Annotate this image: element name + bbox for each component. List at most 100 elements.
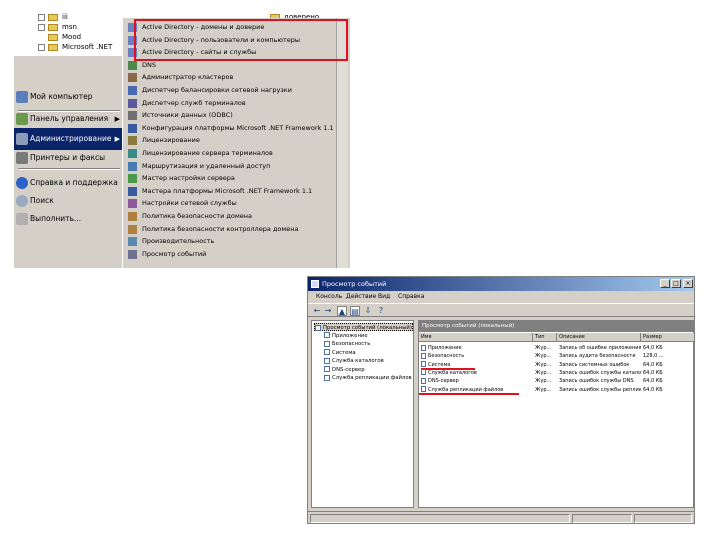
up-icon[interactable]: ▲ [337,306,347,316]
log-icon [324,340,330,347]
explorer-item[interactable]: iii [38,12,68,22]
admin-tool-item[interactable]: Производительность [124,235,334,248]
admin-tool-label: Производительность [142,237,215,246]
explorer-item[interactable]: Mood [48,32,81,42]
admin-tool-item[interactable]: Лицензирование [124,134,334,147]
log-cell-name: Приложение [421,344,533,352]
log-icon [324,366,330,372]
log-row[interactable]: Приложение Жур... Запись об ошибке приложе… [419,344,694,352]
admin-tool-item[interactable]: Мастер настройки сервера [124,172,334,185]
admin-tool-item[interactable]: Маршрутизация и удаленный доступ [124,160,334,173]
admin-tool-icon [128,224,137,234]
log-row[interactable]: Система Жур... Запись системных ошибок 64,0… [419,361,694,369]
forward-icon[interactable]: → [323,306,333,316]
start-item-printers[interactable]: Принтеры и факсы [14,147,124,169]
column-header-description[interactable]: Описание [557,333,641,342]
minimize-button[interactable]: _ [660,279,670,288]
back-icon[interactable]: ← [312,306,322,316]
menu-bar: Консоль Действие Вид Справка [308,291,694,303]
show-tree-icon[interactable]: ▤ [350,306,360,316]
admin-tool-item[interactable]: Диспетчер служб терминалов [124,97,334,110]
log-icon [421,377,426,384]
admin-tool-item[interactable]: Политика безопасности контроллера домена [124,223,334,236]
admin-tool-label: Диспетчер балансировки сетевой нагрузки [142,86,292,94]
log-cell-name: Безопасность [421,352,533,360]
event-viewer-icon [311,280,319,288]
log-cell-type: Жур... [535,353,552,360]
log-icon [421,386,426,392]
admin-tool-label: Просмотр событий [142,249,207,258]
tree-log-item[interactable]: Система [324,349,356,357]
maximize-button[interactable]: □ [671,279,681,288]
log-row[interactable]: Безопасность Жур... Запись аудита безопасн… [419,352,694,360]
admin-tool-label: Источники данных (ODBC) [142,111,233,120]
admin-tool-item[interactable]: Диспетчер балансировки сетевой нагрузки [124,84,334,97]
tree-log-item[interactable]: DNS-сервер [324,366,365,374]
explorer-item[interactable]: Microsoft .NET [38,42,112,52]
help-icon[interactable]: ? [376,306,386,316]
admin-tool-item[interactable]: Администратор кластеров [124,71,334,84]
admin-tool-item[interactable]: Конфигурация платформы Microsoft .NET Fr… [124,122,334,135]
log-cell-type: Жур... [535,345,552,351]
admin-tool-icon [128,98,137,108]
admin-tool-label: Маршрутизация и удаленный доступ [142,161,271,170]
log-cell-name: Служба репликации файлов [421,386,533,394]
admin-tool-icon [128,149,137,158]
search-icon [16,195,28,207]
admin-tool-icon [128,136,137,146]
tree-log-item[interactable]: Приложение [324,332,368,340]
admin-tool-label: DNS [142,60,156,69]
log-cell-size: 64,0 КБ [643,361,663,368]
menu-help[interactable]: Справка [398,291,424,303]
admin-tool-item[interactable]: Источники данных (ODBC) [124,109,334,122]
admin-tool-icon [128,123,137,133]
admin-tool-icon [128,73,137,83]
close-button[interactable]: × [683,279,693,288]
log-icon [421,352,426,359]
log-row[interactable]: DNS-сервер Жур... Запись ошибок службы DNS… [419,377,694,385]
status-segment [572,514,632,523]
column-header-name[interactable]: Имя [419,333,533,342]
admin-tool-item[interactable]: Политика безопасности домена [124,210,334,223]
status-segment [634,514,692,523]
log-cell-type: Жур... [535,361,552,368]
log-cell-desc: Запись ошибок службы репликации [559,386,641,393]
log-row[interactable]: Служба каталогов Жур... Запись ошибок служ… [419,369,694,377]
log-icon [324,357,330,364]
menu-divider [18,168,120,170]
log-cell-name: DNS-сервер [421,377,533,385]
admin-tool-item[interactable]: Настройки сетевой службы [124,197,334,210]
tree-log-item[interactable]: Служба репликации файлов [324,374,412,382]
menu-view[interactable]: Вид [378,291,390,303]
printer-icon [16,152,28,164]
log-cell-desc: Запись ошибок службы DNS [559,378,634,385]
start-item-my-computer[interactable]: Мой компьютер [14,86,124,108]
tree-log-item[interactable]: Служба каталогов [324,357,384,365]
admin-tool-icon [128,60,137,70]
admin-tool-item[interactable]: Просмотр событий [124,248,334,261]
start-item-control-panel[interactable]: Панель управления ▶ [14,108,124,130]
admin-tool-icon [128,237,137,247]
tree-root[interactable]: Просмотр событий (локальный) [314,323,413,331]
log-cell-desc: Запись аудита безопасности [559,353,636,360]
admin-tool-item[interactable]: Лицензирование сервера терминалов [124,147,334,160]
column-headers: Имя Тип Описание Размер [419,333,694,342]
admin-tool-item[interactable]: Мастера платформы Microsoft .NET Framewo… [124,185,334,198]
admin-tool-label: Мастер настройки сервера [142,174,235,183]
menu-action[interactable]: Действие [346,291,376,303]
run-icon [16,213,28,225]
export-icon[interactable]: ⇩ [363,306,373,316]
admin-tool-icon [128,86,137,95]
admin-tool-label: Диспетчер служб терминалов [142,98,246,107]
log-row[interactable]: Служба репликации файлов Жур... Запись оши… [419,386,694,394]
admin-tool-label: Политика безопасности домена [142,212,252,220]
admin-tools-icon [16,133,28,145]
explorer-item[interactable]: msn [38,22,77,32]
menu-console[interactable]: Консоль [316,291,342,303]
start-item-run[interactable]: Выполнить... [14,208,124,230]
tree-log-item[interactable]: Безопасность [324,340,370,348]
column-header-type[interactable]: Тип [533,333,557,342]
control-panel-icon [16,113,28,125]
log-cell-size: 64,0 КБ [643,369,663,376]
column-header-size[interactable]: Размер [641,333,694,342]
